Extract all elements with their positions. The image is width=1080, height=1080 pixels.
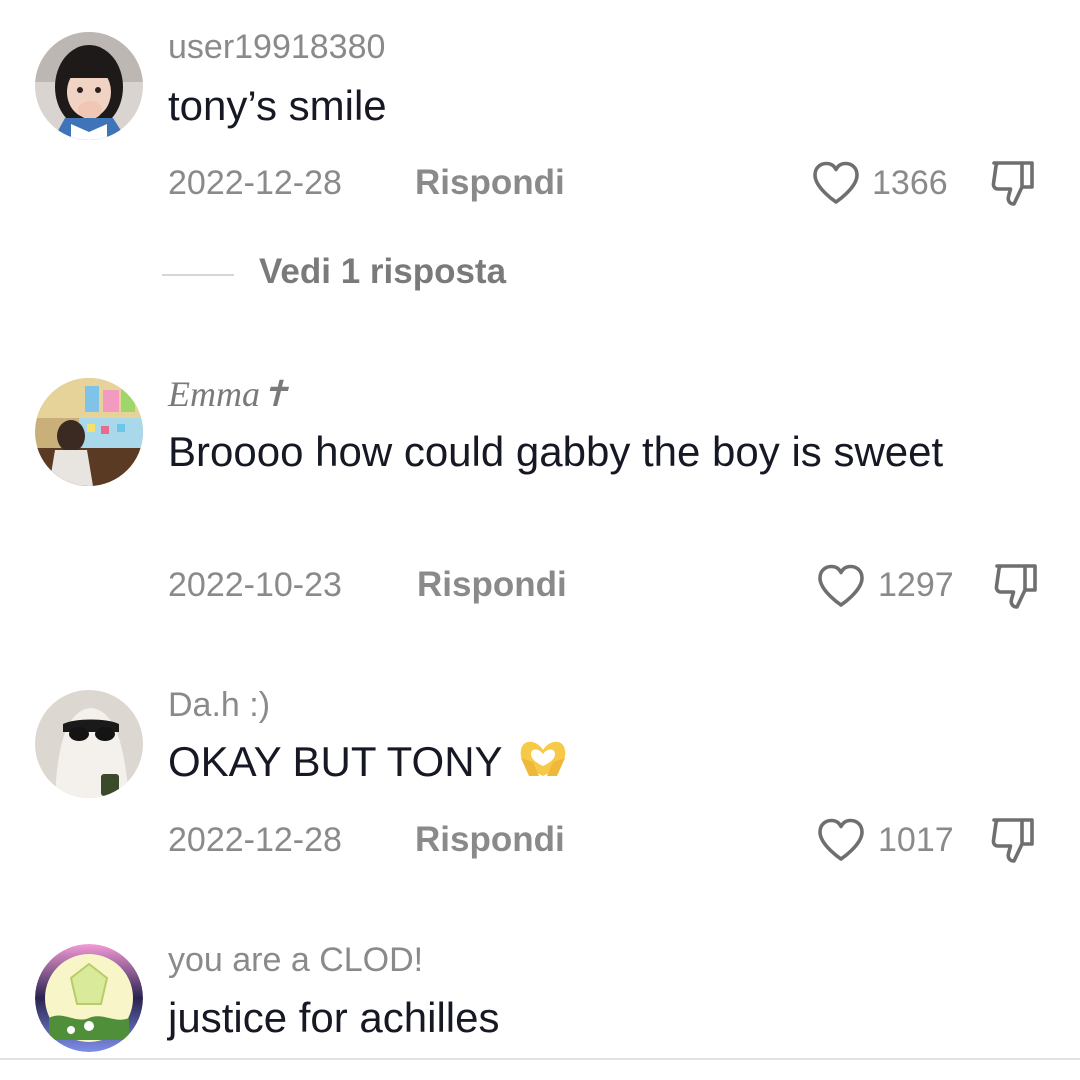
dislike-icon[interactable] xyxy=(993,561,1039,611)
comment-date: 2022-12-28 xyxy=(168,164,342,202)
comment-username[interactable]: you are a CLOD! xyxy=(168,943,423,977)
bottom-divider xyxy=(0,1058,1080,1060)
comment-username[interactable]: Da.h :) xyxy=(168,688,270,722)
view-replies-label: Vedi 1 risposta xyxy=(259,252,507,291)
replies-divider-line xyxy=(162,274,234,276)
like-count: 1297 xyxy=(878,566,954,604)
comment-username[interactable]: user19918380 xyxy=(168,30,385,64)
heart-icon[interactable] xyxy=(816,817,866,863)
reply-button[interactable]: Rispondi xyxy=(417,567,567,602)
avatar[interactable] xyxy=(35,690,143,798)
avatar[interactable] xyxy=(35,378,143,486)
comments-screen: user19918380 tony’s smile 2022-12-28 Ris… xyxy=(0,0,1080,1080)
heart-icon[interactable] xyxy=(811,160,861,206)
like-count: 1366 xyxy=(872,164,948,202)
heart-hands-emoji-icon xyxy=(520,741,565,776)
comment-text: justice for achilles xyxy=(168,994,500,1041)
avatar[interactable] xyxy=(35,944,143,1052)
comment-text: tony’s smile xyxy=(168,82,387,129)
avatar[interactable] xyxy=(35,32,143,140)
comment-date: 2022-12-28 xyxy=(168,821,342,859)
comment-text-content: OKAY BUT TONY xyxy=(168,738,503,785)
comment-text: Broooo how could gabby the boy is sweet xyxy=(168,428,944,475)
reply-button[interactable]: Rispondi xyxy=(415,165,565,200)
view-replies-button[interactable]: Vedi 1 risposta xyxy=(162,254,562,294)
like-count: 1017 xyxy=(878,821,954,859)
comment-text: OKAY BUT TONY xyxy=(168,734,1008,790)
comment-date: 2022-10-23 xyxy=(168,566,342,604)
heart-icon[interactable] xyxy=(816,563,866,609)
reply-button[interactable]: Rispondi xyxy=(415,822,565,857)
dislike-icon[interactable] xyxy=(990,158,1036,208)
comment-username[interactable]: Emma✝ xyxy=(168,376,290,412)
dislike-icon[interactable] xyxy=(990,815,1036,865)
